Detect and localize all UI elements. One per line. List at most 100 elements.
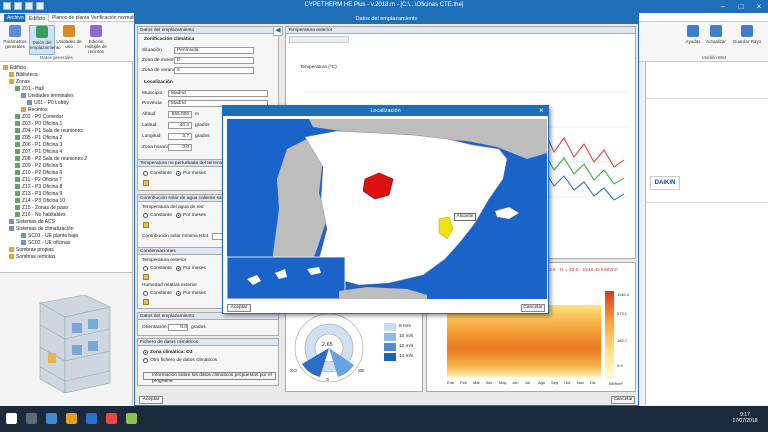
close-icon[interactable]: × <box>539 106 548 116</box>
tree-item[interactable]: U01 - P0 Lobby <box>27 100 69 107</box>
unit-icon <box>27 100 32 105</box>
location-accept-button[interactable]: Aceptar <box>227 304 251 312</box>
help-button[interactable]: Ayudas <box>683 25 703 55</box>
tree-item[interactable]: Zonas <box>9 79 30 86</box>
tab-file[interactable]: Archivo <box>4 14 27 22</box>
edge-icon[interactable] <box>86 413 97 424</box>
situacion-select[interactable]: Península <box>174 47 254 54</box>
longitude-input[interactable]: 3.7 <box>168 133 192 140</box>
tree-item[interactable]: Z16 - No habitables <box>15 212 66 219</box>
tree-item[interactable]: SC02 - UE oficinas <box>21 240 70 247</box>
site-data-button[interactable]: Datos del emplazamiento <box>29 25 61 55</box>
tree-item[interactable]: Recintos <box>21 107 47 114</box>
tree-item[interactable]: Z02 - P0 Comedor <box>15 114 63 121</box>
app-icon[interactable] <box>126 413 137 424</box>
tree-item[interactable]: Biblioteca <box>9 72 38 79</box>
tree-item[interactable]: Unidades terminales <box>21 93 74 100</box>
ribbon-group-label: Datos generales <box>40 55 73 60</box>
edit-values-icon[interactable] <box>143 299 149 305</box>
winter-zone-select[interactable]: D <box>174 57 254 64</box>
climate-zone-radio[interactable] <box>143 350 148 355</box>
cancel-button[interactable]: Cancelar <box>611 396 635 404</box>
use-units-button[interactable]: Unidades de uso <box>56 25 82 55</box>
wind-legend-label: 12 m/s <box>399 344 414 349</box>
tree-item[interactable]: Z01 - Hall <box>15 86 44 93</box>
summer-zone-select[interactable]: 3 <box>174 67 254 74</box>
edit-values-icon[interactable] <box>143 222 149 228</box>
general-params-button[interactable]: Parámetros generales <box>2 25 28 55</box>
tree-item[interactable]: Sistemas de ACS <box>9 219 55 226</box>
tree-item[interactable]: Z07 - P1 Oficina 4 <box>15 149 62 156</box>
tree-item[interactable]: Z15 - Zonas de paso <box>15 205 68 212</box>
accept-button[interactable]: Aceptar <box>139 396 163 404</box>
ext-temp-constant-radio[interactable] <box>143 266 148 271</box>
climate-section: Fichero de datos climáticos Zona climáti… <box>137 338 279 386</box>
ground-monthly-radio[interactable] <box>176 171 181 176</box>
municipio-input[interactable]: Madrid <box>168 90 268 97</box>
building-3d-view[interactable] <box>0 272 133 405</box>
update-button[interactable]: Actualizar <box>704 25 728 55</box>
close-icon[interactable]: × <box>750 0 768 13</box>
timezone-input[interactable]: 0.0 <box>168 144 192 151</box>
edit-values-icon[interactable] <box>143 180 149 186</box>
start-icon[interactable] <box>6 413 17 424</box>
humidity-monthly-radio[interactable] <box>176 291 181 296</box>
other-file-radio[interactable] <box>143 358 148 363</box>
zone-icon <box>15 149 20 154</box>
multi-edit-button[interactable]: Edición múltiple de recintos <box>83 25 109 55</box>
altitude-input[interactable]: 655.000 <box>168 111 192 118</box>
tree-item[interactable]: Z13 - P3 Oficina 9 <box>15 191 62 198</box>
solar-colorbar <box>605 291 614 379</box>
scale-label: 1146.4 <box>617 292 629 297</box>
ext-temp-monthly-radio[interactable] <box>176 266 181 271</box>
climate-header: Fichero de datos climáticos <box>138 339 278 346</box>
tree-item[interactable]: Z06 - P1 Oficina 3 <box>15 142 62 149</box>
water-monthly-radio[interactable] <box>176 213 181 218</box>
collapse-arrow-icon[interactable]: ◀ <box>273 26 283 36</box>
tree-item[interactable]: Edificio <box>3 65 26 72</box>
latitude-input[interactable]: 40.4 <box>168 122 192 129</box>
tree-item[interactable]: Sistemas de climatización <box>9 226 74 233</box>
dhw-icon <box>9 219 14 224</box>
chart-toolbar[interactable] <box>289 36 349 43</box>
tree-item[interactable]: Z05 - P1 Oficina 2 <box>15 135 62 142</box>
tree-item[interactable]: Z03 - P0 Oficina 1 <box>15 121 62 128</box>
tree-item[interactable]: Z10 - P2 Oficina 6 <box>15 170 62 177</box>
tree-item[interactable]: Z12 - P3 Oficina 8 <box>15 184 62 191</box>
location-cancel-button[interactable]: Cancelar <box>521 304 545 312</box>
tab-edificio[interactable]: Edificio <box>25 14 50 22</box>
explorer-icon[interactable] <box>66 413 77 424</box>
tree-item[interactable]: Z11 - P2 Oficina 7 <box>15 177 62 184</box>
zone-icon <box>15 170 20 175</box>
orientation-unit: grados <box>191 325 206 330</box>
tree-item[interactable]: Z09 - P2 Oficina 5 <box>15 163 62 170</box>
ground-constant-radio[interactable] <box>143 171 148 176</box>
task-view-icon[interactable] <box>46 413 57 424</box>
minimize-icon[interactable]: – <box>714 0 732 13</box>
humidity-constant-radio[interactable] <box>143 291 148 296</box>
save-bim-button[interactable]: Guardar Rayo <box>729 25 765 55</box>
zone-icon <box>15 86 20 91</box>
orientation-input[interactable]: 0.0 <box>168 324 188 331</box>
situacion-label: Situación <box>142 48 162 53</box>
water-constant-radio[interactable] <box>143 213 148 218</box>
search-icon[interactable] <box>26 413 37 424</box>
municipio-label: Municipio <box>142 91 163 96</box>
longitude-label: Longitud <box>142 134 161 139</box>
tree-item[interactable]: SC01 - UE planta baja <box>21 233 78 240</box>
tree-item[interactable]: Sombras propias <box>9 247 54 254</box>
tree-item[interactable]: Z08 - P2 Sala de reuniones 2 <box>15 156 87 163</box>
cype-icon[interactable] <box>106 413 117 424</box>
hvac-icon <box>21 240 26 245</box>
tree-item[interactable]: Z14 - P3 Oficina 10 <box>15 198 65 205</box>
tab-planos[interactable]: Planos de planta <box>49 14 92 22</box>
edit-values-icon[interactable] <box>143 274 149 280</box>
spain-map[interactable] <box>227 119 547 299</box>
tree-item[interactable]: Z04 - P1 Sala de reuniones <box>15 128 83 135</box>
tree-item[interactable]: Sombras remotas <box>9 254 55 261</box>
legend-swatch <box>384 353 396 361</box>
zone-icon <box>15 177 20 182</box>
climate-info-button[interactable]: Información sobre los datos climáticos p… <box>143 372 276 384</box>
maximize-icon[interactable]: □ <box>732 0 750 13</box>
clock[interactable]: 9:17 17/07/2018 <box>726 412 764 424</box>
